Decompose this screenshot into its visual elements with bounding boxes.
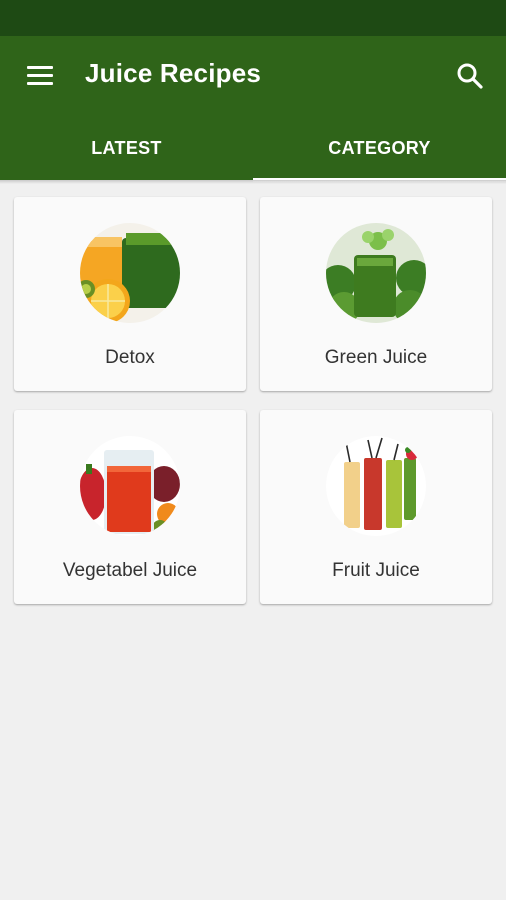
category-card-fruit-juice[interactable]: Fruit Juice	[260, 410, 492, 604]
category-card-green-juice[interactable]: Green Juice	[260, 197, 492, 391]
category-label: Fruit Juice	[332, 560, 420, 581]
category-label: Detox	[105, 347, 155, 368]
app-bar: Juice Recipes	[0, 36, 506, 116]
category-card-detox[interactable]: Detox	[14, 197, 246, 391]
app-title: Juice Recipes	[85, 58, 262, 88]
tab-latest[interactable]: LATEST	[0, 116, 253, 180]
fruit-juice-photo	[326, 436, 426, 536]
tab-category[interactable]: CATEGORY	[253, 116, 506, 180]
green-juice-photo	[326, 223, 426, 323]
search-button[interactable]	[450, 56, 490, 96]
category-label: Vegetabel Juice	[62, 560, 198, 581]
menu-button[interactable]	[16, 56, 64, 96]
hamburger-menu-icon	[27, 66, 53, 86]
category-label: Green Juice	[324, 347, 428, 368]
category-card-vegetable-juice[interactable]: Vegetabel Juice	[14, 410, 246, 604]
tab-bar-shadow	[0, 180, 506, 184]
search-icon	[457, 63, 483, 89]
tab-bar: LATEST CATEGORY	[0, 116, 506, 180]
vegetable-juice-photo	[80, 436, 180, 536]
status-bar	[0, 0, 506, 36]
detox-juice-photo	[80, 223, 180, 323]
